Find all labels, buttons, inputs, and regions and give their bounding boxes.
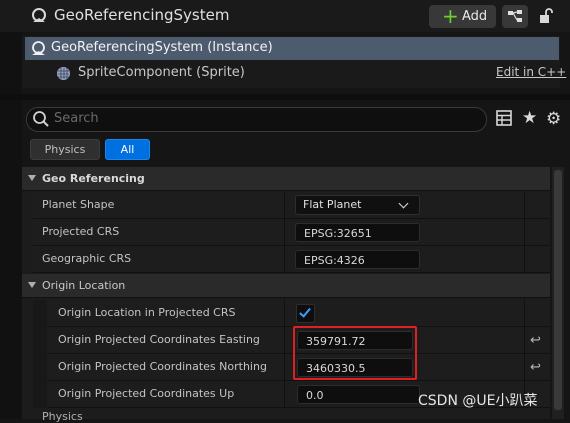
property-label: Origin Projected Coordinates Up (58, 387, 235, 400)
up-input[interactable]: 0.0 (297, 385, 420, 404)
property-label: Projected CRS (42, 225, 120, 238)
property-label: Origin Location in Projected CRS (58, 306, 236, 319)
reset-to-default-icon[interactable]: ↩ (530, 360, 541, 375)
section-label: Geo Referencing (42, 172, 145, 185)
section-origin-location[interactable]: Origin Location (22, 274, 550, 298)
scrollbar-thumb[interactable] (554, 170, 562, 410)
property-label: Planet Shape (42, 198, 115, 211)
property-row-easting: Origin Projected Coordinates Easting (33, 327, 550, 354)
property-label: Origin Projected Coordinates Northing (58, 360, 267, 373)
reset-to-default-icon[interactable]: ↩ (530, 333, 541, 348)
filter-all-button[interactable]: All (105, 139, 150, 160)
checkmark-icon (299, 305, 311, 318)
table-view-icon[interactable] (496, 110, 512, 126)
property-row-geographic-crs: Geographic CRS (33, 246, 550, 273)
section-geo-referencing[interactable]: Geo Referencing (22, 167, 550, 191)
search-icon (33, 111, 49, 127)
blueprint-button[interactable] (502, 5, 528, 28)
left-edge-panel (0, 32, 22, 419)
actor-title: GeoReferencingSystem (54, 6, 230, 24)
tree-item-instance[interactable]: GeoReferencingSystem (Instance) (25, 37, 559, 60)
panel-splitter[interactable] (0, 94, 570, 100)
star-icon[interactable]: ★ (522, 108, 537, 128)
property-label: Geographic CRS (42, 252, 132, 265)
actor-icon (32, 8, 46, 22)
sprite-icon (57, 67, 70, 80)
collapse-arrow-icon (28, 175, 36, 181)
watermark: CSDN @UE小趴菜 (418, 393, 538, 409)
gear-icon[interactable]: ⚙ (546, 109, 561, 129)
collapse-arrow-icon (28, 282, 36, 288)
property-row-projected-crs: Projected CRS (33, 219, 550, 246)
blueprint-icon (508, 10, 522, 22)
property-row-northing: Origin Projected Coordinates Northing (33, 354, 550, 381)
tree-item-instance-label: GeoReferencingSystem (Instance) (51, 40, 273, 55)
geographic-crs-input[interactable]: EPSG:4326 (295, 250, 420, 269)
add-button-label: Add (462, 9, 488, 24)
highlight-annotation (293, 326, 417, 380)
property-row-planet-shape: Planet Shape (33, 192, 550, 219)
add-component-button[interactable]: + Add (429, 5, 496, 28)
chevron-down-icon (398, 198, 409, 209)
property-label: Origin Projected Coordinates Easting (58, 333, 260, 346)
actor-instance-icon (32, 41, 45, 55)
section-physics-partial[interactable]: Physics (42, 410, 83, 423)
filter-physics-button[interactable]: Physics (30, 139, 100, 160)
tree-item-sprite-label[interactable]: SpriteComponent (Sprite) (78, 65, 245, 80)
planet-shape-dropdown[interactable]: Flat Planet (295, 195, 420, 215)
search-input[interactable] (54, 108, 474, 128)
section-label: Origin Location (42, 279, 126, 292)
property-row-origin-projected: Origin Location in Projected CRS (33, 300, 550, 327)
lock-icon[interactable] (538, 7, 554, 25)
projected-crs-input[interactable]: EPSG:32651 (295, 223, 420, 242)
origin-projected-checkbox[interactable] (296, 304, 315, 323)
edit-in-cpp-link[interactable]: Edit in C++ (496, 65, 566, 79)
plus-icon: + (442, 4, 459, 28)
dropdown-value: Flat Planet (303, 198, 362, 211)
